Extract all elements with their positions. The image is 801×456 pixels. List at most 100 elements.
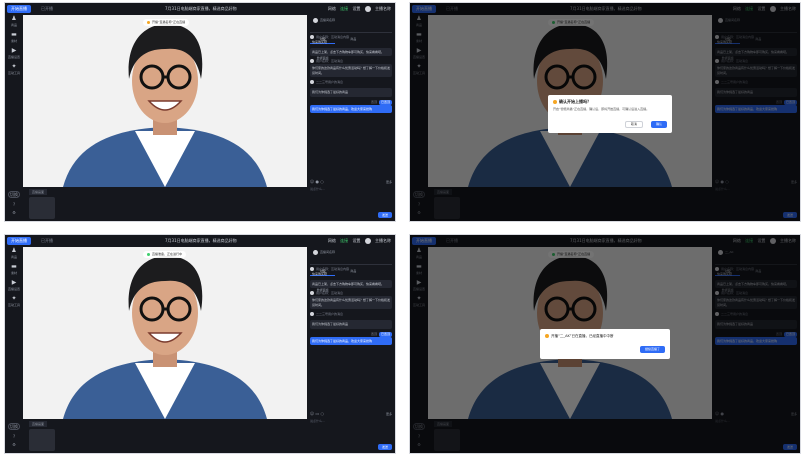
gift-icon: ✦ bbox=[11, 63, 17, 70]
message-user: 二二三号用户的消息 bbox=[310, 312, 392, 317]
stream-title: 7月31日电脑端商家直播，精选商品好物 bbox=[165, 238, 237, 243]
send-button[interactable]: 发送 bbox=[377, 212, 392, 218]
scene-thumbnail[interactable] bbox=[29, 197, 55, 219]
presenter-photo bbox=[23, 15, 307, 187]
message-text: 商品已上架，点击下方购物车即可购买，快来看看吧。 bbox=[310, 279, 392, 288]
stream-title: 7月31日电脑端商家直播，精选商品好物 bbox=[165, 6, 237, 11]
folder-icon: ▬ bbox=[11, 263, 17, 270]
dialog-actions: 取消 确认 bbox=[622, 110, 667, 129]
confirm-button[interactable]: 确认 bbox=[650, 121, 667, 128]
avatar bbox=[310, 267, 314, 271]
rail-item-products[interactable]: ♟商品 bbox=[5, 247, 23, 263]
rail-label: 互动工具 bbox=[7, 71, 20, 75]
comment-input[interactable]: 说点什么... bbox=[310, 187, 392, 209]
rail-item-interaction[interactable]: ✦互动工具 bbox=[5, 295, 23, 311]
list-item[interactable]: 二二三号用户的消息 bbox=[310, 80, 392, 85]
message-text: 商品已上架，点击下方购物车即可购买，快来看看吧。 bbox=[310, 47, 392, 56]
cancel-button[interactable]: 取消 bbox=[624, 121, 643, 128]
live-video: 直播准备，正在进行中 bbox=[23, 247, 307, 419]
status-dot bbox=[147, 20, 150, 24]
go-live-button[interactable]: 开始直播 bbox=[7, 237, 31, 245]
top-bar: 开始直播 已开播 7月31日电脑端商家直播，精选商品好物 网络 连接 设置 主播… bbox=[5, 235, 395, 247]
more-link[interactable]: 更多 bbox=[386, 411, 392, 417]
avatar[interactable] bbox=[364, 238, 371, 244]
avatar bbox=[310, 80, 314, 84]
message-user-text: 用户名称：互动消息内容 bbox=[316, 35, 350, 39]
rail-label: 直播设置 bbox=[7, 287, 20, 291]
settings-link[interactable]: 设置 bbox=[352, 238, 360, 243]
continue-live-button[interactable]: 继续直播了 bbox=[639, 346, 665, 353]
message-text: 我们为你挑选了最好的商品，欢迎大家来抢购 bbox=[310, 336, 392, 345]
pin-label: 置顶 bbox=[370, 99, 377, 104]
avatar bbox=[310, 291, 314, 295]
room-header: 直播间名称 bbox=[310, 17, 335, 23]
emoji-icon[interactable]: ☺ ▭ ○ bbox=[310, 411, 324, 416]
rail-item-products[interactable]: ♟商品 bbox=[5, 15, 23, 31]
message-text: 快来购买吧 bbox=[312, 272, 328, 276]
avatar[interactable] bbox=[364, 6, 371, 12]
pinned-badge[interactable]: 已置顶 bbox=[378, 99, 392, 105]
help-icon[interactable]: ? bbox=[8, 433, 20, 441]
list-item[interactable]: 用户名称：互动消息你们家的这款商品有什么优惠活动吗？想了解一下价格和发货时间。 bbox=[310, 59, 392, 77]
live-tip: 直播准备，正在进行中 bbox=[143, 251, 187, 258]
live-console-panel-4: 开始直播 已开播 7月31日电脑端商家直播，精选商品好物 网络 连接 设置 主播… bbox=[409, 234, 801, 454]
sidebar-tabs: 讨论 商品 数据面板 bbox=[310, 257, 392, 292]
list-item[interactable]: 商品已上架，点击下方购物车即可购买，快来看看吧。 bbox=[310, 47, 392, 56]
gear-icon[interactable]: ⚙ bbox=[8, 441, 20, 449]
confirm-go-live-dialog: 确认开始上播吗？ 开启“智能商播”正在直播，确认后，即将开始直播，可确认后进入直… bbox=[548, 95, 672, 133]
top-bar-status: 网络 连接 设置 主播名称 bbox=[325, 5, 391, 13]
emoji-icon[interactable]: ☺ ● ○ bbox=[310, 179, 324, 184]
message-user-text: 二二三号用户的消息 bbox=[316, 80, 344, 84]
anchor-name: 主播名称 bbox=[375, 238, 391, 243]
list-item[interactable]: 我们为你挑选了最好的商品，欢迎大家来抢购 bbox=[310, 104, 392, 113]
sidebar-tabs: 讨论 商品 数据面板 bbox=[310, 25, 392, 60]
rail-label: 素材 bbox=[10, 271, 17, 275]
video-icon: ▶ bbox=[11, 279, 17, 286]
scene-tray: 直播画面 bbox=[23, 419, 307, 453]
live-console-panel-1: 开始直播 已开播 7月31日电脑端商家直播，精选商品好物 网络 连接 设置 主播… bbox=[4, 2, 396, 222]
warning-icon bbox=[553, 100, 557, 104]
list-item[interactable]: 商品已上架，点击下方购物车即可购买，快来看看吧。 bbox=[310, 279, 392, 288]
video-icon: ▶ bbox=[11, 47, 17, 54]
rail-item-assets[interactable]: ▬素材 bbox=[5, 263, 23, 279]
list-item[interactable]: 用户名称：互动消息内容快来购买吧 bbox=[310, 35, 392, 45]
go-live-button[interactable]: 开始直播 bbox=[7, 5, 31, 13]
list-item[interactable]: 我们为你挑选了最好的商品 bbox=[310, 88, 392, 97]
anchor-name: 主播名称 bbox=[375, 6, 391, 11]
help-icon[interactable]: ? bbox=[8, 201, 20, 209]
message-user-text: 二二三号用户的消息 bbox=[316, 312, 344, 316]
list-item[interactable]: 用户名称：互动消息你们家的这款商品有什么优惠活动吗？想了解一下价格和发货时间。 bbox=[310, 291, 392, 309]
tab-scene[interactable]: 直播画面 bbox=[29, 421, 48, 427]
list-item[interactable]: 二二三号用户的消息 bbox=[310, 312, 392, 317]
settings-link[interactable]: 设置 bbox=[352, 6, 360, 11]
live-tip-text: 直播准备，正在进行中 bbox=[152, 252, 183, 256]
top-bar-status: 网络 连接 设置 主播名称 bbox=[325, 237, 391, 245]
more-link[interactable]: 更多 bbox=[386, 179, 392, 185]
message-user-text: 用户名称：互动消息 bbox=[316, 59, 344, 63]
list-item[interactable]: 用户名称：互动消息内容快来购买吧 bbox=[310, 267, 392, 277]
rail-item-interaction[interactable]: ✦互动工具 bbox=[5, 63, 23, 79]
gift-icon: ✦ bbox=[11, 295, 17, 302]
rail-item-live-settings[interactable]: ▶直播设置 bbox=[5, 47, 23, 63]
rail-item-live-settings[interactable]: ▶直播设置 bbox=[5, 279, 23, 295]
scene-thumbnail[interactable] bbox=[29, 429, 55, 451]
send-button[interactable]: 发送 bbox=[377, 444, 392, 450]
pinned-badge[interactable]: 已置顶 bbox=[378, 331, 392, 337]
live-console-panel-2: 开始直播 已开播 7月31日电脑端商家直播，精选商品好物 网络 连接 设置 主播… bbox=[409, 2, 801, 222]
list-item[interactable]: 我们为你挑选了最好的商品 bbox=[310, 320, 392, 329]
screenshot-grid: 开始直播 已开播 7月31日电脑端商家直播，精选商品好物 网络 连接 设置 主播… bbox=[0, 0, 801, 456]
scene-tray: 直播画面 bbox=[23, 187, 307, 221]
switch-button[interactable]: 切换 bbox=[8, 191, 20, 198]
switch-button[interactable]: 切换 bbox=[8, 423, 20, 430]
message-user: 二二三号用户的消息 bbox=[310, 80, 392, 85]
comment-input[interactable]: 说点什么... bbox=[310, 419, 392, 441]
list-item[interactable]: 我们为你挑选了最好的商品，欢迎大家来抢购 bbox=[310, 336, 392, 345]
network-status: 网络 bbox=[327, 6, 336, 11]
rail-label: 互动工具 bbox=[7, 303, 20, 307]
gear-icon[interactable]: ⚙ bbox=[8, 209, 20, 217]
avatar bbox=[310, 59, 314, 63]
rail-item-assets[interactable]: ▬素材 bbox=[5, 31, 23, 47]
tab-scene[interactable]: 直播画面 bbox=[29, 189, 48, 195]
avatar bbox=[310, 312, 314, 316]
warning-icon bbox=[545, 334, 549, 338]
